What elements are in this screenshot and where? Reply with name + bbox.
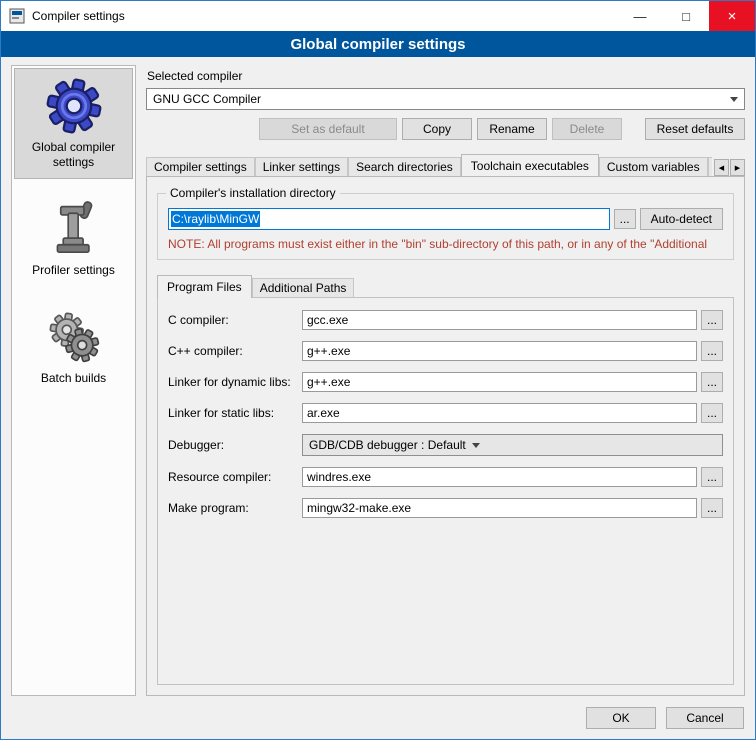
note-text: NOTE: All programs must exist either in …: [168, 237, 723, 251]
copy-button[interactable]: Copy: [402, 118, 472, 140]
form-row: C compiler: ...: [168, 310, 723, 330]
form-row: Resource compiler: ...: [168, 467, 723, 487]
close-button[interactable]: ×: [709, 1, 755, 31]
make-program-input[interactable]: [302, 498, 697, 518]
sidebar-item-batch-builds[interactable]: Batch builds: [14, 299, 133, 395]
delete-button[interactable]: Delete: [552, 118, 622, 140]
tab-search-directories[interactable]: Search directories: [348, 157, 461, 176]
gray-gears-icon: [45, 308, 103, 366]
compiler-tabs: Compiler settings Linker settings Search…: [146, 153, 745, 176]
reset-defaults-button[interactable]: Reset defaults: [645, 118, 745, 140]
form-row: Linker for static libs: ...: [168, 403, 723, 423]
debugger-select[interactable]: GDB/CDB debugger : Default: [302, 434, 723, 456]
window-title: Compiler settings: [32, 9, 125, 23]
c-compiler-input[interactable]: [302, 310, 697, 330]
install-dir-group-title: Compiler's installation directory: [166, 186, 340, 200]
form-row: Debugger: GDB/CDB debugger : Default: [168, 434, 723, 456]
sidebar-item-profiler-settings[interactable]: Profiler settings: [14, 191, 133, 287]
dialog-footer: OK Cancel: [1, 700, 755, 739]
compiler-select-value: GNU GCC Compiler: [153, 92, 724, 106]
tab-toolchain-executables[interactable]: Toolchain executables: [461, 154, 599, 176]
tab-scroll-controls: ◀ ▶: [714, 159, 745, 176]
compiler-select[interactable]: GNU GCC Compiler: [146, 88, 745, 110]
maximize-button[interactable]: □: [663, 1, 709, 31]
form-row: Linker for dynamic libs: ...: [168, 372, 723, 392]
dropdown-arrow-icon: [730, 97, 738, 102]
sidebar-item-label: Global compiler settings: [17, 140, 130, 170]
set-as-default-button[interactable]: Set as default: [259, 118, 397, 140]
resource-compiler-browse-button[interactable]: ...: [701, 467, 723, 487]
c-compiler-browse-button[interactable]: ...: [701, 310, 723, 330]
auto-detect-button[interactable]: Auto-detect: [640, 208, 723, 230]
tab-build[interactable]: Build: [708, 157, 712, 176]
rename-button[interactable]: Rename: [477, 118, 547, 140]
make-program-label: Make program:: [168, 501, 302, 515]
tab-linker-settings[interactable]: Linker settings: [255, 157, 348, 176]
tab-additional-paths[interactable]: Additional Paths: [252, 278, 355, 297]
app-icon: [9, 8, 25, 24]
linker-static-browse-button[interactable]: ...: [701, 403, 723, 423]
tab-custom-variables[interactable]: Custom variables: [599, 157, 708, 176]
linker-static-label: Linker for static libs:: [168, 406, 302, 420]
tab-compiler-settings[interactable]: Compiler settings: [146, 157, 255, 176]
blue-gear-icon: [45, 77, 103, 135]
toolchain-panel: Compiler's installation directory C:\ray…: [146, 176, 745, 696]
compiler-settings-window: Compiler settings — □ × Global compiler …: [0, 0, 756, 740]
cpp-compiler-browse-button[interactable]: ...: [701, 341, 723, 361]
titlebar: Compiler settings — □ ×: [1, 1, 755, 31]
install-dir-input[interactable]: C:\raylib\MinGW: [168, 208, 610, 230]
resource-compiler-input[interactable]: [302, 467, 697, 487]
minimize-button[interactable]: —: [617, 1, 663, 31]
dropdown-arrow-icon: [472, 443, 480, 448]
form-row: C++ compiler: ...: [168, 341, 723, 361]
ok-button[interactable]: OK: [586, 707, 656, 729]
linker-dynamic-browse-button[interactable]: ...: [701, 372, 723, 392]
tabs-scroll-left-button[interactable]: ◀: [714, 159, 729, 176]
linker-dynamic-label: Linker for dynamic libs:: [168, 375, 302, 389]
c-compiler-label: C compiler:: [168, 313, 302, 327]
linker-dynamic-input[interactable]: [302, 372, 697, 392]
debugger-label: Debugger:: [168, 438, 302, 452]
sidebar-item-label: Profiler settings: [32, 263, 115, 278]
cpp-compiler-label: C++ compiler:: [168, 344, 302, 358]
linker-static-input[interactable]: [302, 403, 697, 423]
window-controls: — □ ×: [617, 1, 755, 31]
debugger-select-value: GDB/CDB debugger : Default: [309, 438, 466, 452]
profiler-tool-icon: [47, 200, 101, 258]
main-area: Selected compiler GNU GCC Compiler Set a…: [146, 65, 745, 696]
cpp-compiler-input[interactable]: [302, 341, 697, 361]
tabs-scroll-right-button[interactable]: ▶: [730, 159, 745, 176]
settings-sidebar: Global compiler settings Profiler set: [11, 65, 136, 696]
install-dir-selected-text: C:\raylib\MinGW: [171, 211, 260, 227]
program-files-tabs: Program Files Additional Paths: [157, 274, 734, 297]
sidebar-item-global-compiler-settings[interactable]: Global compiler settings: [14, 68, 133, 179]
program-files-panel: C compiler: ... C++ compiler: ... Linker…: [157, 297, 734, 685]
sidebar-item-label: Batch builds: [41, 371, 106, 386]
install-dir-browse-button[interactable]: ...: [614, 209, 636, 229]
tab-program-files[interactable]: Program Files: [157, 275, 252, 298]
cancel-button[interactable]: Cancel: [666, 707, 744, 729]
selected-compiler-label: Selected compiler: [147, 69, 745, 83]
resource-compiler-label: Resource compiler:: [168, 470, 302, 484]
make-program-browse-button[interactable]: ...: [701, 498, 723, 518]
form-row: Make program: ...: [168, 498, 723, 518]
compiler-actions: Set as default Copy Rename Delete Reset …: [146, 118, 745, 140]
page-title: Global compiler settings: [1, 31, 755, 57]
tabs-scroll-area: Compiler settings Linker settings Search…: [146, 154, 712, 176]
install-dir-group: Compiler's installation directory C:\ray…: [157, 193, 734, 260]
